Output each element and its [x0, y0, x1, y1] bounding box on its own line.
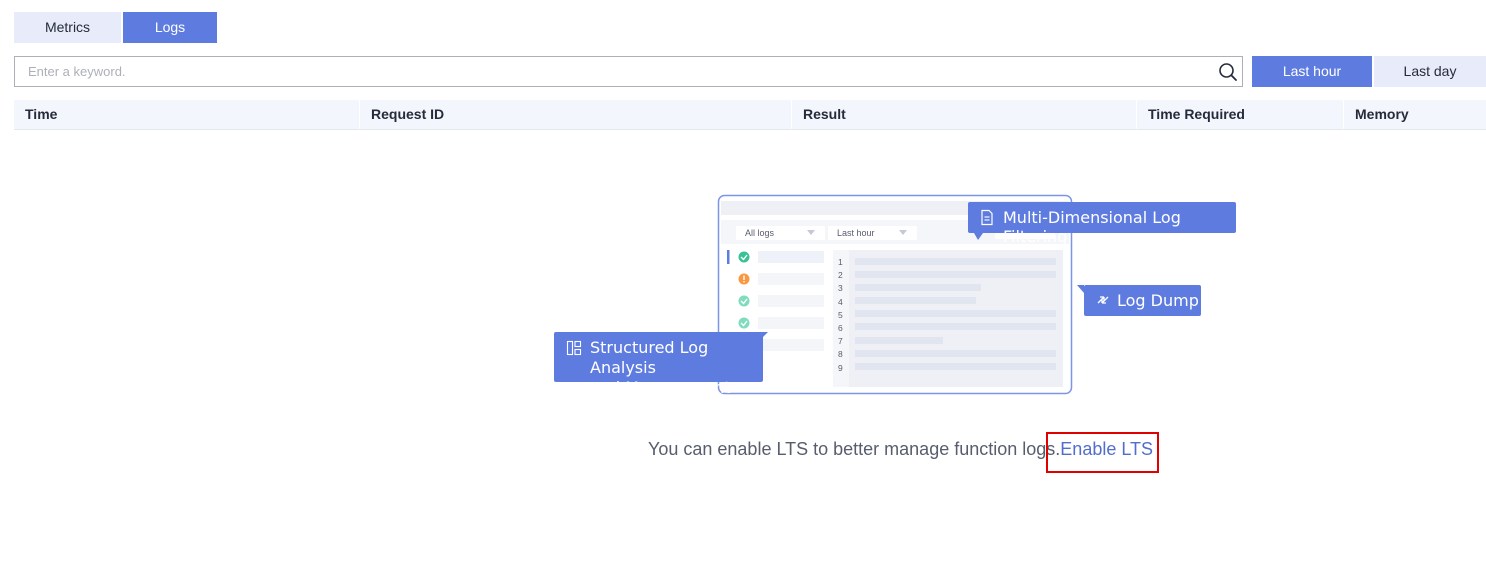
view-tabs: Metrics Logs: [14, 12, 217, 43]
callout-structured-analysis: Structured Log Analysis and Management: [554, 332, 768, 397]
column-header-request-id[interactable]: Request ID: [359, 100, 790, 129]
feature-structured-label: Structured Log Analysis and Management: [590, 338, 731, 397]
column-header-time[interactable]: Time: [14, 100, 358, 129]
callout-log-dump: Log Dump: [1077, 285, 1201, 316]
transfer-icon: [1097, 296, 1109, 304]
document-icon: [981, 209, 993, 226]
feature-log-dump-label: Log Dump: [1117, 291, 1199, 310]
search-box: [14, 56, 1243, 87]
mock-dropdown-last-hour: Last hour: [837, 228, 875, 238]
enable-lts-link[interactable]: Enable LTS: [1060, 439, 1153, 459]
mock-dropdown-all-logs: All logs: [745, 228, 775, 238]
column-header-result[interactable]: Result: [791, 100, 1135, 129]
column-header-time-required[interactable]: Time Required: [1136, 100, 1342, 129]
time-range-selector: Last hour Last day: [1252, 56, 1486, 87]
log-table-header: Time Request ID Result Time Required Mem…: [14, 100, 1486, 130]
tab-logs[interactable]: Logs: [123, 12, 217, 43]
callout-log-filtering: Multi-Dimensional Log Filtering: [968, 202, 1236, 246]
last-day-button[interactable]: Last day: [1374, 56, 1486, 87]
lts-illustration: All logs Last hour 1 2 3 4 5 6 7 8 9 Mul…: [553, 194, 1243, 404]
empty-state-message: You can enable LTS to better manage func…: [648, 438, 1153, 460]
column-header-memory[interactable]: Memory: [1343, 100, 1486, 129]
status-success-icon: [738, 295, 750, 307]
search-input[interactable]: [15, 57, 1205, 86]
mock-line-numbers: 1 2 3 4 5 6 7 8 9: [838, 257, 843, 373]
feature-log-filtering-label: Multi-Dimensional Log Filtering: [1003, 208, 1181, 246]
search-icon[interactable]: [1218, 62, 1238, 82]
layout-grid-icon: [566, 340, 582, 356]
status-success-icon: [738, 317, 750, 329]
last-hour-button[interactable]: Last hour: [1252, 56, 1372, 87]
status-warning-icon: [738, 273, 750, 285]
enable-lts-hint: You can enable LTS to better manage func…: [648, 439, 1061, 459]
tab-metrics[interactable]: Metrics: [14, 12, 121, 43]
status-success-icon: [738, 251, 750, 263]
